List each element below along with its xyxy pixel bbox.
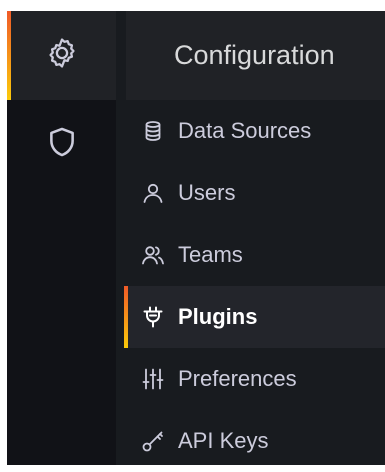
menu-item-teams[interactable]: Teams xyxy=(126,224,385,286)
menu-item-preferences[interactable]: Preferences xyxy=(126,348,385,410)
rail-item-configuration[interactable] xyxy=(7,11,116,100)
menu-item-label: Users xyxy=(178,180,236,205)
rail-item-server-admin[interactable] xyxy=(7,100,116,189)
panel-title: Configuration xyxy=(174,40,335,70)
menu-item-label: Preferences xyxy=(178,366,297,391)
app-frame: Configuration Data Sources Users Teams P… xyxy=(0,0,385,465)
gear-icon xyxy=(45,36,79,75)
submenu-list: Data Sources Users Teams Plugins Prefere… xyxy=(124,100,385,472)
database-icon xyxy=(140,118,166,144)
icon-rail xyxy=(7,11,116,465)
menu-item-label: Teams xyxy=(178,242,243,267)
menu-item-data-sources[interactable]: Data Sources xyxy=(126,100,385,162)
users-icon xyxy=(140,242,166,268)
key-icon xyxy=(140,428,166,454)
user-icon xyxy=(140,180,166,206)
menu-item-label: Data Sources xyxy=(178,118,312,143)
submenu-panel: Configuration Data Sources Users Teams P… xyxy=(116,11,385,465)
menu-item-label: API Keys xyxy=(178,428,269,453)
panel-header[interactable]: Configuration xyxy=(126,11,385,100)
sliders-icon xyxy=(140,366,166,392)
menu-item-users[interactable]: Users xyxy=(126,162,385,224)
menu-item-plugins[interactable]: Plugins xyxy=(124,286,385,348)
plug-icon xyxy=(140,304,166,330)
shield-icon xyxy=(45,125,79,164)
menu-item-api-keys[interactable]: API Keys xyxy=(126,410,385,472)
menu-item-label: Plugins xyxy=(178,304,258,329)
